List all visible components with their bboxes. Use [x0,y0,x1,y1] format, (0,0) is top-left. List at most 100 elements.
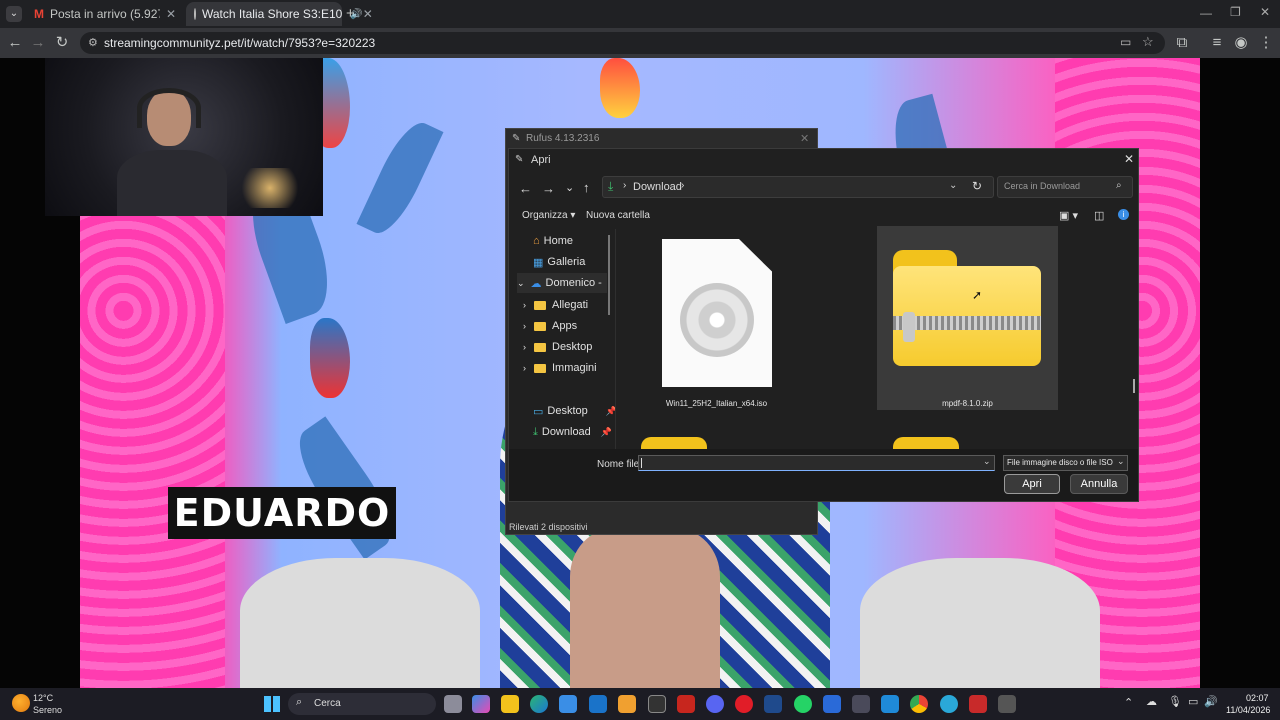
nav-scrollbar[interactable] [608,235,610,315]
file-type-select[interactable]: File immagine disco o file ISO ( ⌄ [1003,455,1128,471]
back-icon[interactable]: ← [3,28,27,58]
zipper [893,316,1041,330]
clock-time[interactable]: 02:07 [1246,693,1269,703]
outlook-icon[interactable] [589,695,607,713]
site-info-icon[interactable]: ⚙ [88,36,98,49]
new-folder-button[interactable]: Nuova cartella [586,210,650,221]
microphone-icon[interactable]: 🎙 [1168,695,1182,708]
recent-locations-icon[interactable]: ⌄ [565,181,574,194]
nav-download[interactable]: ⤓ Download 📌 [533,422,612,442]
profile-avatar[interactable]: ◉ [1229,28,1253,58]
chevron-down-icon[interactable]: ⌄ [983,456,991,467]
parrot-decoration [600,58,640,118]
nav-immagini[interactable]: › Immagini [523,358,597,378]
rufus-taskbar-icon[interactable] [998,695,1016,713]
nav-home[interactable]: ⌂ Home [533,231,573,251]
vscode-icon[interactable] [881,695,899,713]
taskbar-search[interactable]: ⌕ Cerca [288,693,436,715]
nav-desktop-onedrive[interactable]: › Desktop [523,337,592,357]
dialog-close-icon[interactable]: ✕ [1124,152,1134,166]
tray-overflow-icon[interactable]: ⌃ [1124,696,1133,709]
chevron-down-icon[interactable]: ⌄ [517,278,525,289]
refresh-icon[interactable]: ↻ [972,179,982,193]
folder-item-partial[interactable] [641,437,707,449]
cursor-icon: ➚ [972,288,983,302]
extensions-icon[interactable]: ⧉ [1170,28,1194,58]
new-tab-button[interactable]: + [346,5,355,22]
search-input[interactable]: Cerca in Download ⌕ [997,176,1133,198]
chevron-right-icon[interactable]: › [523,363,526,373]
maximize-icon[interactable]: ❐ [1230,5,1241,19]
edge-icon[interactable] [530,695,548,713]
chevron-right-icon[interactable]: › [523,342,526,352]
nav-apps[interactable]: › Apps [523,316,577,336]
libreoffice-icon[interactable] [764,695,782,713]
app-icon[interactable] [852,695,870,713]
back-icon[interactable]: ← [519,181,532,196]
close-window-icon[interactable]: ✕ [1260,5,1270,19]
file-item-iso[interactable]: Win11_25H2_Italian_x64.iso [649,229,784,409]
nav-label: Apps [552,320,578,332]
address-bar[interactable]: ⚙ streamingcommunityz.pet/it/watch/7953?… [80,32,1165,54]
clock-date[interactable]: 11/04/2026 [1226,705,1270,715]
reload-icon[interactable]: ↻ [50,28,74,58]
menu-icon[interactable]: ⋮ [1254,28,1278,58]
weather-icon[interactable] [12,694,30,712]
chevron-right-icon[interactable]: › [523,300,526,310]
app-icon[interactable] [823,695,841,713]
file-item-zip[interactable]: ➚ mpdf-8.1.0.zip [877,226,1058,410]
whatsapp-icon[interactable] [794,695,812,713]
discord-icon[interactable] [706,695,724,713]
network-icon[interactable]: ☁ [1146,695,1157,708]
bookmark-star-icon[interactable]: ☆ [1142,34,1154,50]
nav-gallery[interactable]: ▦ Galleria [533,252,585,272]
nav-desktop[interactable]: ▭ Desktop 📌 [533,401,617,421]
chrome-icon[interactable] [910,695,928,713]
nav-label: Desktop [547,405,588,417]
open-button[interactable]: Apri [1004,474,1060,494]
rufus-close-icon[interactable]: ✕ [800,132,809,145]
tab-strip: ⌄ M Posta in arrivo (5.927) - domen ✕ Wa… [0,0,1280,28]
close-icon[interactable]: ✕ [166,7,176,21]
folder-app-icon[interactable] [618,695,636,713]
zipper-pull [903,312,915,342]
tab-watch[interactable]: Watch Italia Shore S3:E10 🔊 ✕ [186,2,373,26]
tab-gmail[interactable]: M Posta in arrivo (5.927) - domen ✕ [26,2,184,26]
nav-allegati[interactable]: › Allegati [523,295,588,315]
help-icon[interactable]: i [1118,209,1129,220]
task-view-icon[interactable] [444,695,462,713]
folder-item-partial[interactable] [893,437,959,449]
up-icon[interactable]: ↑ [583,180,590,195]
media-icon[interactable]: ≡ [1205,28,1229,58]
copilot-icon[interactable] [472,695,490,713]
organize-button[interactable]: Organizza ▾ [522,210,575,221]
store-icon[interactable] [559,695,577,713]
nav-onedrive[interactable]: ⌄ ☁Domenico - Per [517,273,607,293]
view-options-icon[interactable]: ▣ ▾ [1059,209,1078,222]
wifi-icon[interactable]: ▭ [1188,695,1198,708]
close-icon[interactable]: ✕ [363,7,373,21]
forward-icon[interactable]: → [542,181,555,196]
opera-icon[interactable] [735,695,753,713]
preview-pane-icon[interactable]: ◫ [1094,209,1104,222]
tab-search-button[interactable]: ⌄ [6,6,22,22]
windows-start-icon[interactable] [264,696,280,712]
volume-icon[interactable]: 🔊 [1204,695,1218,708]
content-scrollbar[interactable] [1133,379,1135,393]
armchair-right [860,558,1100,690]
filename-input[interactable]: ⌄ [638,455,995,471]
minimize-icon[interactable]: — [1200,6,1212,20]
cancel-button[interactable]: Annulla [1070,474,1128,494]
chevron-right-icon[interactable]: › [523,321,526,331]
breadcrumb-bar[interactable]: ⤓ › Download › ⌄ [602,176,994,198]
breadcrumb-download[interactable]: Download [633,181,682,193]
terminal-icon[interactable] [648,695,666,713]
app-icon[interactable] [969,695,987,713]
forward-icon[interactable]: → [26,28,50,58]
filezilla-icon[interactable] [677,695,695,713]
chevron-down-icon[interactable]: ⌄ [949,180,957,191]
cast-icon[interactable]: ▭ [1120,35,1131,49]
app-icon[interactable] [940,695,958,713]
weather-temp[interactable]: 12°C [33,693,53,703]
file-explorer-icon[interactable] [501,695,519,713]
